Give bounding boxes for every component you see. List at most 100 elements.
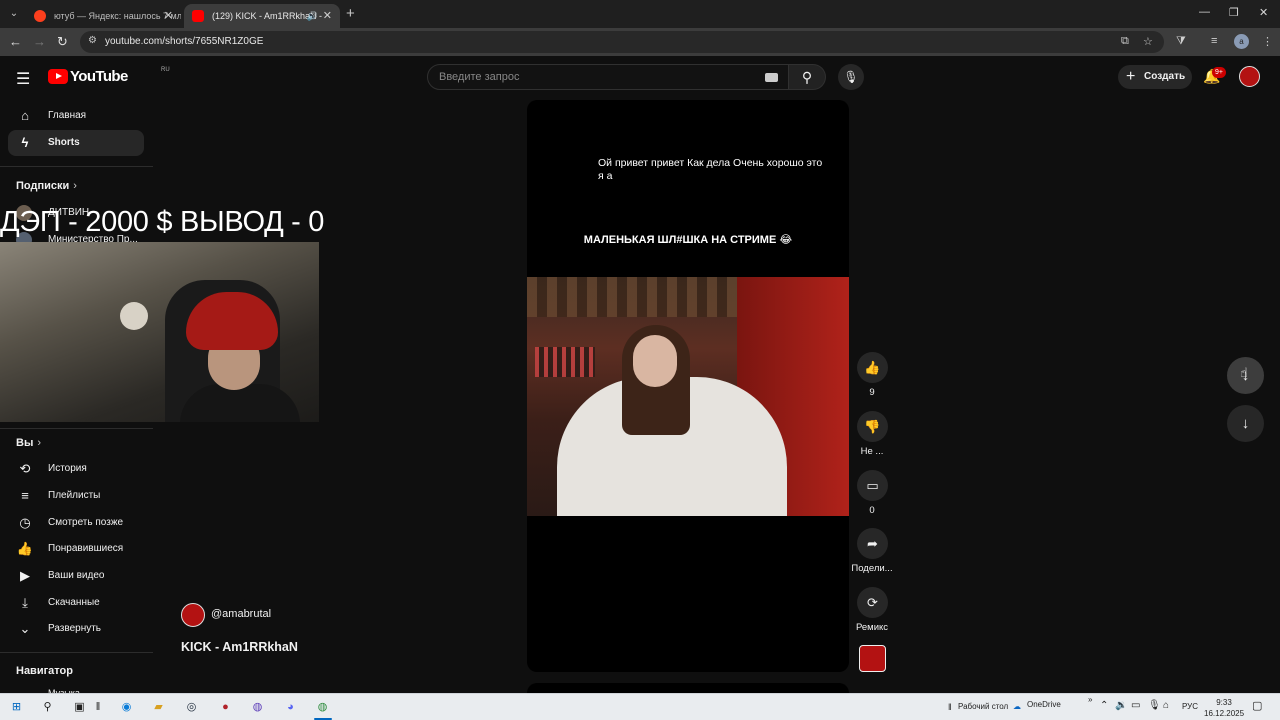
sidebar-divider bbox=[0, 166, 153, 167]
account-avatar[interactable] bbox=[1239, 66, 1260, 87]
app-icon[interactable]: ● bbox=[217, 699, 234, 716]
reload-button[interactable]: ↻ bbox=[57, 34, 68, 50]
next-short-button[interactable]: ↓ bbox=[1227, 405, 1264, 442]
clock-time: 9:33 bbox=[1216, 698, 1232, 707]
media-control-icon[interactable]: ≡ bbox=[1211, 35, 1217, 47]
sound-thumbnail[interactable] bbox=[859, 645, 886, 672]
keyboard-icon[interactable] bbox=[765, 73, 778, 82]
sidebar-item-history[interactable]: ⟲ История bbox=[8, 456, 144, 482]
file-explorer-icon[interactable]: ▰ bbox=[150, 699, 167, 716]
webcam-overlay bbox=[0, 242, 319, 422]
task-view-icon[interactable]: ▣ bbox=[71, 699, 88, 716]
sidebar-divider bbox=[0, 652, 153, 653]
chrome-icon[interactable]: ◍ bbox=[314, 699, 331, 716]
guide-menu-icon[interactable]: ☰ bbox=[16, 69, 30, 89]
channel-handle[interactable]: @amabrutal bbox=[211, 608, 271, 620]
new-tab-button[interactable]: + bbox=[346, 6, 355, 22]
network-icon[interactable]: ⌂ bbox=[1163, 700, 1169, 711]
channel-avatar[interactable] bbox=[181, 603, 205, 627]
obs-icon[interactable]: ◍ bbox=[249, 699, 266, 716]
video-frame[interactable] bbox=[527, 277, 849, 516]
start-windows-icon[interactable]: ⊞ bbox=[8, 699, 25, 716]
tab-yandex[interactable]: ютуб — Яндекс: нашлось 7 млн ✕ bbox=[26, 4, 181, 28]
onedrive-label[interactable]: OneDrive bbox=[1027, 700, 1061, 709]
sidebar-item-playlists[interactable]: ≡ Плейлисты bbox=[8, 483, 144, 509]
tab-title: (129) KICK - Am1RRkhaN - bbox=[212, 11, 323, 21]
sidebar-item-expand[interactable]: ⌄ Развернуть bbox=[8, 616, 144, 642]
close-icon[interactable]: ✕ bbox=[323, 4, 332, 28]
tab-youtube[interactable]: (129) KICK - Am1RRkhaN - 🔊 ✕ bbox=[184, 4, 340, 28]
sidebar-item-watch-later[interactable]: ◷ Смотреть позже bbox=[8, 510, 144, 536]
sidebar-item-label: Плейлисты bbox=[48, 490, 101, 501]
discord-icon[interactable]: ◕ bbox=[282, 699, 299, 716]
show-hidden-icons-icon[interactable]: ⌃ bbox=[1100, 700, 1108, 711]
sidebar-divider bbox=[0, 428, 153, 429]
install-app-icon[interactable]: ⧉ bbox=[1121, 35, 1129, 48]
shorts-player[interactable]: Ой привет привет Как дела Очень хорошо э… bbox=[527, 100, 849, 672]
restore-button[interactable]: ❐ bbox=[1229, 6, 1239, 19]
next-short-peek bbox=[527, 683, 849, 693]
steam-icon[interactable]: ◎ bbox=[183, 699, 200, 716]
like-button[interactable]: 👍 bbox=[857, 352, 888, 383]
onedrive-cloud-icon: ☁ bbox=[1013, 702, 1021, 711]
close-window-button[interactable]: ✕ bbox=[1259, 6, 1268, 19]
tab-search-icon[interactable]: ⌄ bbox=[6, 6, 22, 22]
sidebar-item-home[interactable]: ⌂ Главная bbox=[8, 103, 144, 129]
sidebar-item-label: Shorts bbox=[48, 137, 80, 148]
notification-center-icon[interactable]: ▢ bbox=[1252, 699, 1262, 712]
remix-label: Ремикс bbox=[855, 622, 889, 633]
microphone-tray-icon[interactable]: 🎙 bbox=[1148, 700, 1161, 711]
arrow-down-icon: ↓ bbox=[1241, 415, 1250, 432]
url-text: youtube.com/shorts/7655NR1Z0GE bbox=[105, 36, 264, 47]
plus-icon: + bbox=[1126, 68, 1136, 85]
share-label: Подели... bbox=[851, 563, 893, 574]
close-icon[interactable]: ✕ bbox=[164, 4, 173, 28]
desktop-toolbar-label[interactable]: Рабочий стол bbox=[958, 702, 1008, 711]
menu-kebab-icon[interactable]: ⋮ bbox=[1262, 35, 1273, 48]
remix-button[interactable]: ⟳ bbox=[857, 587, 888, 618]
share-button[interactable]: ➦ bbox=[857, 528, 888, 559]
sidebar-item-downloads[interactable]: ⤓ Скачанные bbox=[8, 590, 144, 616]
sidebar-item-label: Развернуть bbox=[48, 623, 102, 634]
address-bar[interactable]: ⚙ youtube.com/shorts/7655NR1Z0GE ⧉ ☆ bbox=[80, 31, 1164, 53]
dislike-label: Не ... bbox=[860, 446, 884, 457]
volume-icon[interactable]: 🔉 bbox=[1115, 700, 1127, 711]
edge-icon[interactable]: ◉ bbox=[118, 699, 135, 716]
create-button[interactable]: + Создать bbox=[1118, 65, 1192, 89]
bookmark-star-icon[interactable]: ☆ bbox=[1143, 35, 1153, 48]
youtube-favicon-icon bbox=[192, 10, 204, 22]
watch-later-icon: ◷ bbox=[19, 515, 31, 530]
profile-avatar[interactable]: a bbox=[1234, 34, 1249, 49]
site-info-icon[interactable]: ⚙ bbox=[88, 35, 97, 46]
search-button[interactable]: ⚲ bbox=[789, 64, 826, 90]
you-heading[interactable]: Вы › bbox=[16, 437, 41, 449]
language-indicator[interactable]: РУС bbox=[1182, 702, 1198, 711]
short-title[interactable]: KICK - Am1RRkhaN bbox=[181, 640, 298, 654]
speaker-icon[interactable]: 🔊 bbox=[307, 4, 318, 28]
subscriptions-heading-text: Подписки bbox=[16, 180, 70, 192]
voice-search-button[interactable]: 🎙 bbox=[838, 64, 864, 90]
display-icon[interactable]: ▭ bbox=[1131, 700, 1140, 711]
back-button[interactable]: ← bbox=[9, 34, 22, 50]
extensions-icon[interactable]: ⧩ bbox=[1176, 35, 1186, 48]
browser-tab-strip: ⌄ ютуб — Яндекс: нашлось 7 млн ✕ (129) K… bbox=[0, 0, 1280, 28]
thumbs-up-icon: 👍 bbox=[864, 360, 881, 375]
clock[interactable]: 9:33 16.12.2025 bbox=[1204, 697, 1244, 719]
forward-button[interactable]: → bbox=[33, 34, 46, 50]
dislike-button[interactable]: 👎 bbox=[857, 411, 888, 442]
notifications-badge: 9+ bbox=[1212, 67, 1226, 78]
sidebar-item-your-videos[interactable]: ▶ Ваши видео bbox=[8, 563, 144, 589]
comment-icon: ▭ bbox=[866, 478, 879, 493]
navigator-heading: Навигатор bbox=[16, 665, 73, 677]
sidebar-item-liked[interactable]: 👍 Понравившиеся bbox=[8, 536, 144, 562]
search-input[interactable]: Введите запрос bbox=[427, 64, 789, 90]
subscriptions-heading[interactable]: Подписки › bbox=[16, 180, 77, 192]
windows-taskbar: ⊞ ⚲ ▣ ‖ ◉ ▰ ◎ ● ◍ ◕ ◍ ‖ Рабочий стол ☁ O… bbox=[0, 693, 1280, 720]
sidebar-item-shorts[interactable]: ϟ Shorts bbox=[8, 130, 144, 156]
search-icon[interactable]: ⚲ bbox=[39, 699, 56, 716]
minimize-button[interactable]: — bbox=[1199, 6, 1210, 18]
logo-wordmark: YouTube bbox=[70, 68, 128, 85]
remix-icon: ⟳ bbox=[867, 595, 878, 610]
overflow-chevron-icon[interactable]: » bbox=[1088, 695, 1092, 704]
comments-button[interactable]: ▭ bbox=[857, 470, 888, 501]
